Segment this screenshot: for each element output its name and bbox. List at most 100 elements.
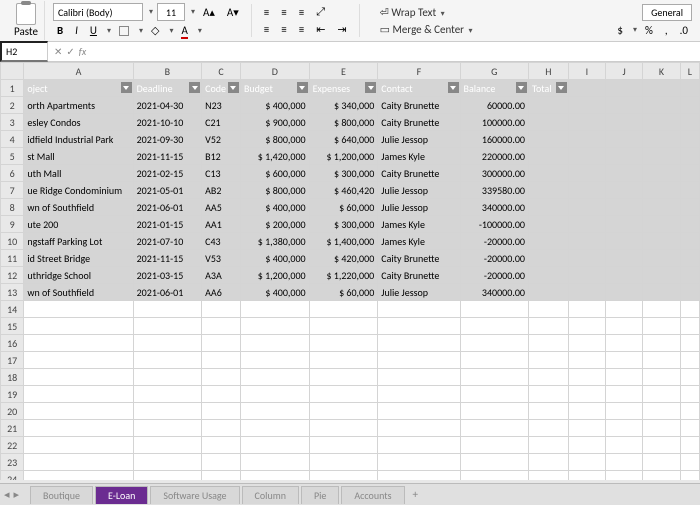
col-header[interactable]: I: [568, 63, 605, 80]
cell[interactable]: -100000.00: [460, 216, 528, 233]
cell[interactable]: [643, 454, 680, 471]
cell[interactable]: [202, 437, 241, 454]
cell[interactable]: [568, 97, 605, 114]
row-header[interactable]: 5: [1, 148, 24, 165]
cell[interactable]: James Kyle: [378, 233, 460, 250]
row-header[interactable]: 23: [1, 454, 24, 471]
cell[interactable]: -20000.00: [460, 267, 528, 284]
col-header[interactable]: L: [680, 63, 699, 80]
cell[interactable]: [680, 318, 699, 335]
cell[interactable]: [460, 420, 528, 437]
cell[interactable]: [240, 403, 309, 420]
col-header[interactable]: A: [24, 63, 133, 80]
cell[interactable]: 2021-06-01: [133, 284, 202, 301]
cell[interactable]: [24, 420, 133, 437]
cell[interactable]: $ 340,000: [309, 97, 378, 114]
col-header[interactable]: B: [133, 63, 202, 80]
cell[interactable]: Caity Brunette: [378, 114, 460, 131]
cell[interactable]: [133, 318, 202, 335]
align-center-button[interactable]: ≡: [277, 22, 290, 37]
cell[interactable]: [605, 301, 642, 318]
chevron-down-icon[interactable]: ▾: [169, 26, 173, 36]
cell[interactable]: [24, 301, 133, 318]
cell[interactable]: [240, 420, 309, 437]
cell[interactable]: $ 400,000: [240, 97, 309, 114]
cell[interactable]: C21: [202, 114, 241, 131]
paste-icon[interactable]: [16, 3, 36, 25]
cell[interactable]: 2021-02-15: [133, 165, 202, 182]
cell[interactable]: [378, 301, 460, 318]
cell[interactable]: wn of Southfield: [24, 284, 133, 301]
cell[interactable]: [680, 301, 699, 318]
cell[interactable]: [528, 131, 568, 148]
cell[interactable]: [378, 437, 460, 454]
cell[interactable]: Caity Brunette: [378, 250, 460, 267]
cell[interactable]: ute 200: [24, 216, 133, 233]
cell[interactable]: $ 400,000: [240, 250, 309, 267]
cell[interactable]: 2021-06-01: [133, 199, 202, 216]
cell[interactable]: [605, 165, 642, 182]
chevron-down-icon[interactable]: ▾: [149, 7, 153, 17]
cell[interactable]: [240, 471, 309, 481]
indent-increase-button[interactable]: ⇥: [333, 22, 350, 37]
cell[interactable]: [643, 216, 680, 233]
cell[interactable]: AA1: [202, 216, 241, 233]
spreadsheet-grid[interactable]: A B C D E F G H I J K L 1ojectDeadlineCo…: [0, 62, 700, 480]
cell[interactable]: 2021-01-15: [133, 216, 202, 233]
cell[interactable]: [568, 233, 605, 250]
cell[interactable]: [202, 369, 241, 386]
col-header[interactable]: F: [378, 63, 460, 80]
add-sheet-button[interactable]: +: [407, 486, 424, 503]
cell[interactable]: [528, 301, 568, 318]
cell[interactable]: uthridge School: [24, 267, 133, 284]
col-header[interactable]: D: [240, 63, 309, 80]
cell[interactable]: [24, 318, 133, 335]
cell[interactable]: [605, 114, 642, 131]
cell[interactable]: [605, 403, 642, 420]
cell[interactable]: [605, 97, 642, 114]
cell[interactable]: [378, 335, 460, 352]
cell[interactable]: [643, 267, 680, 284]
cell[interactable]: [240, 369, 309, 386]
cell[interactable]: [202, 454, 241, 471]
cell[interactable]: $ 600,000: [240, 165, 309, 182]
cell[interactable]: orth Apartments: [24, 97, 133, 114]
cell[interactable]: $ 800,000: [240, 131, 309, 148]
cell[interactable]: [240, 437, 309, 454]
filter-dropdown-icon[interactable]: [189, 82, 200, 93]
cell[interactable]: [528, 454, 568, 471]
cell[interactable]: Julie Jessop: [378, 199, 460, 216]
cell[interactable]: -20000.00: [460, 233, 528, 250]
cell[interactable]: [528, 199, 568, 216]
cell[interactable]: [568, 131, 605, 148]
cell[interactable]: [643, 335, 680, 352]
cell[interactable]: [528, 250, 568, 267]
cell[interactable]: [643, 233, 680, 250]
cell[interactable]: uth Mall: [24, 165, 133, 182]
cell[interactable]: [605, 80, 642, 97]
cell[interactable]: [528, 420, 568, 437]
cell[interactable]: Caity Brunette: [378, 165, 460, 182]
cell[interactable]: [643, 471, 680, 481]
cell[interactable]: [605, 369, 642, 386]
sheet-tab[interactable]: E-Loan: [95, 486, 148, 504]
cell[interactable]: [309, 437, 378, 454]
cell[interactable]: [240, 454, 309, 471]
cell[interactable]: [643, 420, 680, 437]
cell[interactable]: [133, 335, 202, 352]
cell[interactable]: idfield Industrial Park: [24, 131, 133, 148]
row-header[interactable]: 17: [1, 352, 24, 369]
row-header[interactable]: 3: [1, 114, 24, 131]
cell[interactable]: [133, 471, 202, 481]
table-header-cell[interactable]: Contact: [378, 80, 460, 97]
cell[interactable]: [568, 250, 605, 267]
cell[interactable]: $ 400,000: [240, 284, 309, 301]
cell[interactable]: Julie Jessop: [378, 182, 460, 199]
row-header[interactable]: 19: [1, 386, 24, 403]
cell[interactable]: [240, 386, 309, 403]
row-header[interactable]: 24: [1, 471, 24, 481]
cell[interactable]: [24, 352, 133, 369]
cell[interactable]: [528, 437, 568, 454]
fill-color-button[interactable]: ◇: [147, 23, 163, 38]
cell[interactable]: [568, 369, 605, 386]
